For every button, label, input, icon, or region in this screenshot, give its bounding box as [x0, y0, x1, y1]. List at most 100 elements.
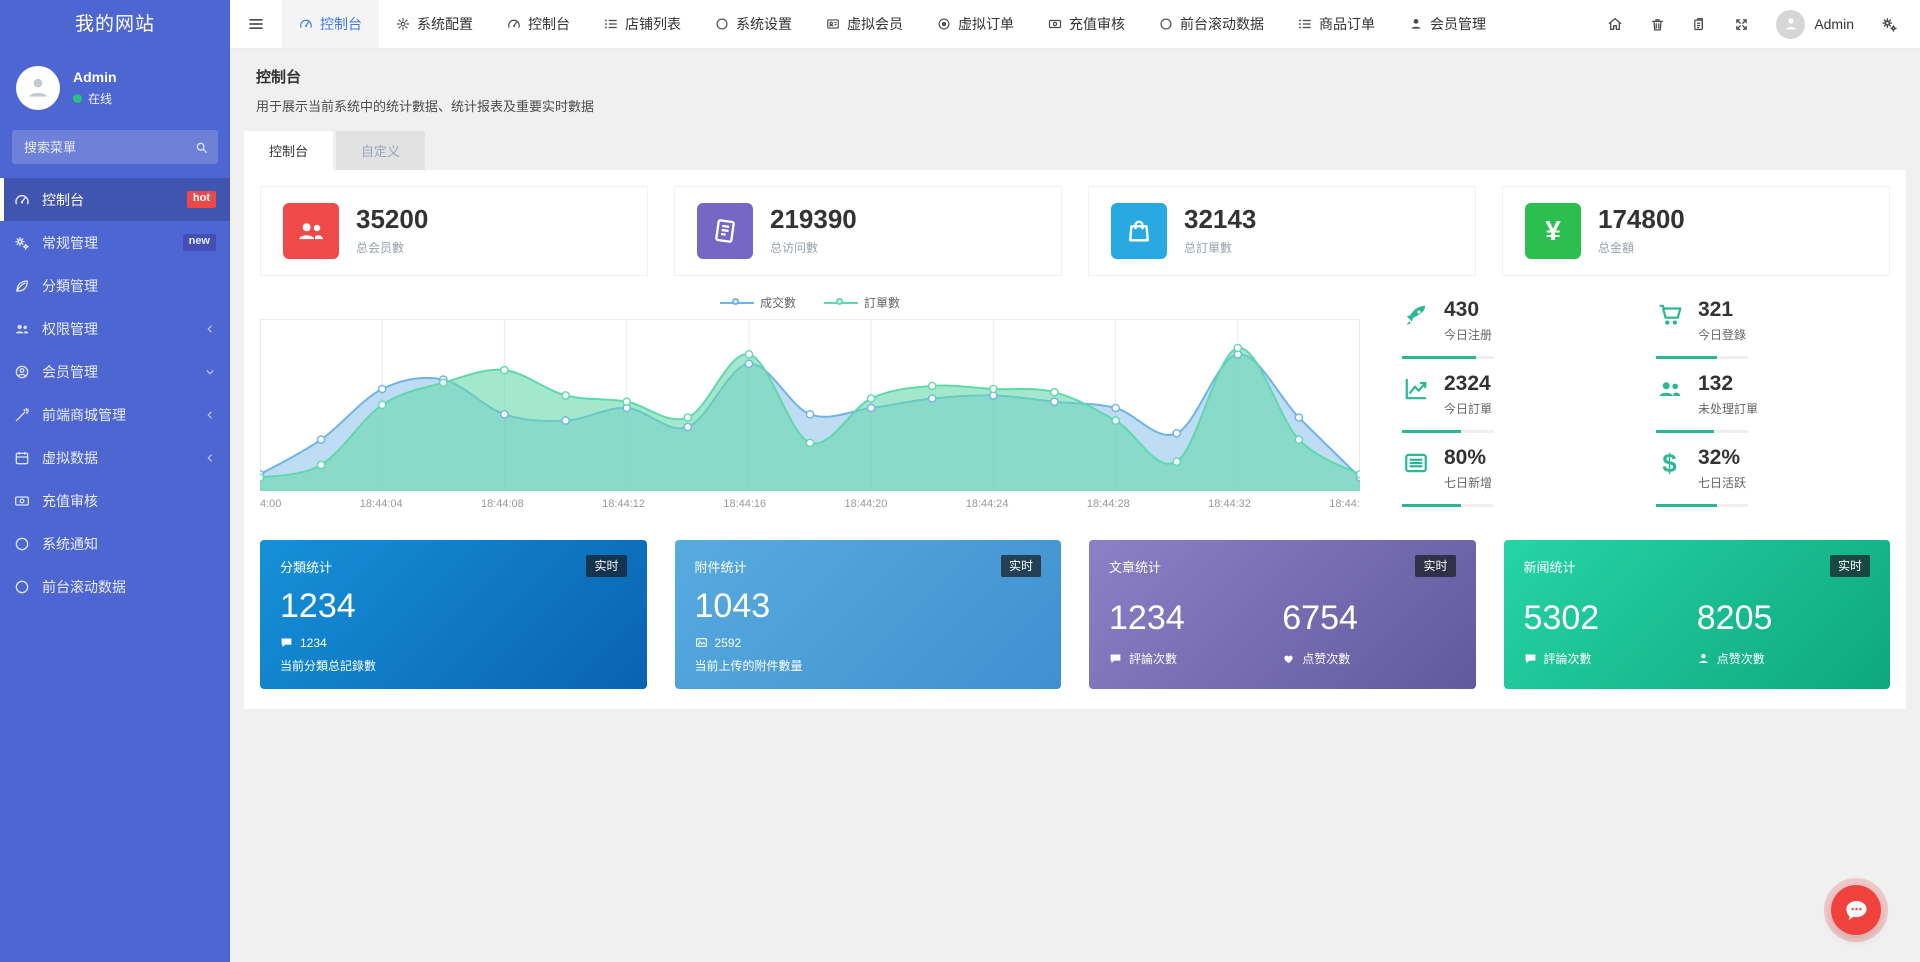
- summary-title: 文章统计: [1109, 557, 1161, 576]
- list-icon: [604, 17, 618, 31]
- user-icon: [1697, 652, 1710, 665]
- navbar-user[interactable]: Admin: [1776, 10, 1854, 39]
- progress-bar: [1656, 430, 1748, 433]
- mini-stat-weekly-active: $ 32%七日活跃: [1656, 446, 1854, 507]
- tab-virtual-members[interactable]: 虚拟会员: [809, 0, 920, 48]
- cart-icon: [1656, 302, 1683, 328]
- disc-icon: [937, 17, 951, 31]
- circle-icon: [715, 17, 729, 31]
- page-subtitle: 用于展示当前系统中的统计數据、统计报表及重要实时數据: [256, 96, 1894, 115]
- chevron-left-icon: [204, 452, 216, 464]
- chevron-left-icon: [204, 323, 216, 335]
- users-icon: [14, 321, 30, 337]
- tab-console[interactable]: 控制台: [244, 131, 333, 170]
- circle-icon: [14, 536, 30, 552]
- sidebar-item-notifications[interactable]: 系统通知: [0, 522, 230, 565]
- summary-title: 附件统计: [695, 557, 747, 576]
- circle-icon: [1159, 17, 1173, 31]
- summary-card-attachments: 附件统计实时 1043 2592 当前上传的附件數量: [675, 540, 1062, 689]
- sidebar-item-recharge-audit[interactable]: 充值审核: [0, 479, 230, 522]
- legend-deals[interactable]: 成交數: [720, 294, 796, 311]
- home-icon[interactable]: [1607, 16, 1623, 32]
- site-title: 我的网站: [0, 0, 230, 49]
- sidebar-item-virtual-data[interactable]: 虚拟数据: [0, 436, 230, 479]
- tab-dashboard-2[interactable]: 控制台: [490, 0, 587, 48]
- summary-card-news: 新闻统计实时 5302 評論次數 8205 点赞次數: [1504, 540, 1891, 689]
- stat-card-amount: ¥ 174800 总金額: [1502, 186, 1890, 276]
- chat-fab-button[interactable]: [1831, 885, 1881, 935]
- user-name: Admin: [73, 69, 117, 85]
- sidebar-item-general[interactable]: 常规管理 new: [0, 221, 230, 264]
- sidebar-item-dashboard[interactable]: 控制台 hot: [0, 178, 230, 221]
- tab-scroll-data[interactable]: 前台滚动数据: [1142, 0, 1281, 48]
- comment-icon: [1524, 652, 1537, 665]
- sidebar-item-scroll-data[interactable]: 前台滚动数据: [0, 565, 230, 608]
- search-icon[interactable]: [195, 139, 208, 157]
- stat-label: 总金額: [1598, 239, 1685, 256]
- tab-system-settings[interactable]: 系统设置: [698, 0, 809, 48]
- summary-cards-row: 分類统计实时 1234 1234 当前分類总記錄數 附件统计实时 1043 25…: [260, 540, 1890, 689]
- legend-orders[interactable]: 訂單數: [824, 294, 900, 311]
- tab-custom[interactable]: 自定义: [336, 131, 425, 170]
- realtime-badge: 实时: [1001, 555, 1041, 577]
- fullscreen-icon[interactable]: [1734, 17, 1749, 32]
- user-status: 在线: [73, 90, 117, 107]
- sidebar-item-members[interactable]: 会员管理: [0, 350, 230, 393]
- mini-stats-grid: 430今日注册 321今日登錄 2324今日訂單: [1360, 294, 1890, 520]
- stat-cards-row: 35200 总会员數 219390 总访问數 32143 总訂單數 ¥: [260, 186, 1890, 276]
- legend-marker-icon: [720, 297, 754, 309]
- settings-gears-icon[interactable]: [1881, 16, 1898, 33]
- search-input[interactable]: [12, 130, 218, 164]
- image-icon: [695, 636, 708, 649]
- stat-card-members: 35200 总会员數: [260, 186, 648, 276]
- stat-value: 174800: [1598, 206, 1685, 233]
- journal-icon: [697, 203, 753, 259]
- chevron-down-icon: [204, 366, 216, 378]
- stat-label: 总会员數: [356, 239, 428, 256]
- sidebar-item-mall[interactable]: 前端商城管理: [0, 393, 230, 436]
- calendar-icon: [14, 450, 30, 466]
- summary-card-articles: 文章统计实时 1234 評論次數 6754 点赞次數: [1089, 540, 1476, 689]
- gauge-icon: [507, 17, 521, 31]
- sidebar-item-category[interactable]: 分類管理: [0, 264, 230, 307]
- sidebar: 我的网站 Admin 在线 控制台 hot 常规管理 new: [0, 0, 230, 962]
- line-chart: 成交數 訂單數 4:0018:44:0418:44:0818:44:1218:4…: [260, 294, 1360, 520]
- chart-row: 成交數 訂單數 4:0018:44:0418:44:0818:44:1218:4…: [260, 294, 1890, 520]
- dollar-icon: $: [1656, 450, 1683, 477]
- mini-stat-logins: 321今日登錄: [1656, 298, 1854, 359]
- rocket-icon: [1402, 302, 1429, 328]
- hot-badge: hot: [187, 191, 216, 207]
- user-icon: [1409, 17, 1423, 31]
- summary-title: 新闻统计: [1524, 557, 1576, 576]
- tab-shop-list[interactable]: 店铺列表: [587, 0, 698, 48]
- tab-product-orders[interactable]: 商品订单: [1281, 0, 1392, 48]
- tab-member-management[interactable]: 会员管理: [1392, 0, 1503, 48]
- comment-icon: [280, 636, 293, 649]
- clear-cache-icon[interactable]: [1692, 17, 1707, 32]
- content-tabstrip: 控制台 自定义: [230, 131, 1920, 170]
- dashboard-panel: 35200 总会员數 219390 总访问數 32143 总訂單數 ¥: [244, 170, 1906, 709]
- sidebar-user-block[interactable]: Admin 在线: [0, 49, 230, 130]
- users-icon: [1656, 376, 1683, 402]
- circle-icon: [14, 579, 30, 595]
- area-chart-plot: [260, 319, 1360, 491]
- page-header: 控制台 用于展示当前系统中的统计數据、统计报表及重要实时數据: [230, 49, 1920, 121]
- leaf-icon: [14, 278, 30, 294]
- tab-virtual-orders[interactable]: 虚拟订单: [920, 0, 1031, 48]
- progress-bar: [1402, 430, 1494, 433]
- tab-dashboard[interactable]: 控制台: [282, 0, 379, 48]
- trash-icon[interactable]: [1650, 17, 1665, 32]
- chart-line-icon: [1402, 376, 1429, 402]
- tab-system-config[interactable]: 系统配置: [379, 0, 490, 48]
- magic-wand-icon: [14, 407, 30, 423]
- legend-marker-icon: [824, 297, 858, 309]
- yen-icon: ¥: [1525, 203, 1581, 259]
- hamburger-menu-icon[interactable]: [230, 0, 282, 48]
- tab-recharge-audit[interactable]: 充值审核: [1031, 0, 1142, 48]
- online-dot-icon: [73, 94, 82, 103]
- stat-value: 35200: [356, 206, 428, 233]
- summary-value: 1234: [280, 589, 627, 625]
- stat-card-orders: 32143 总訂單數: [1088, 186, 1476, 276]
- sidebar-item-permissions[interactable]: 权限管理: [0, 307, 230, 350]
- summary-card-category: 分類统计实时 1234 1234 当前分類总記錄數: [260, 540, 647, 689]
